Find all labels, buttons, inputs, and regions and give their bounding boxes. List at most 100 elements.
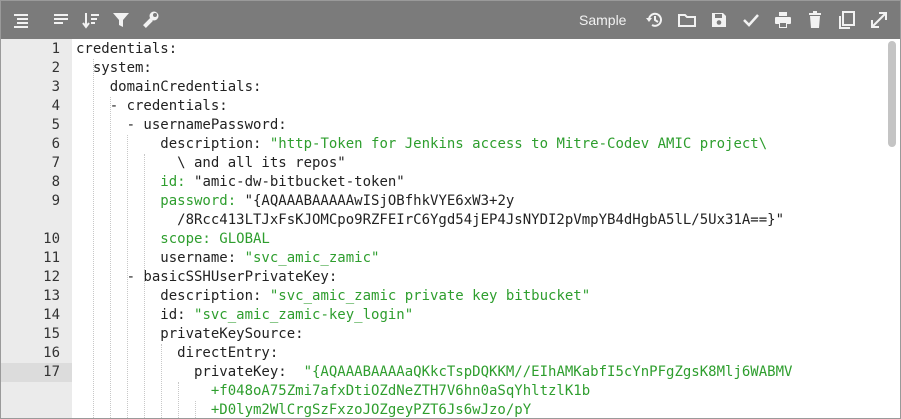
filter-icon[interactable] — [111, 10, 131, 30]
indent-guide — [127, 135, 128, 418]
code-line[interactable]: 15 privateKeySource: — [1, 325, 900, 344]
code-line[interactable]: 7 \ and all its repos" — [1, 154, 900, 173]
history-icon[interactable] — [645, 10, 665, 30]
trash-icon[interactable] — [805, 10, 825, 30]
code-token: "{AQAAABAAAAAwISjOBfhkVYE6xW3+2y — [244, 193, 515, 209]
code-token: credentials: — [76, 41, 178, 57]
fullscreen-icon[interactable] — [869, 10, 889, 30]
wrench-icon[interactable] — [141, 10, 161, 30]
code-text: description: "http-Token for Jenkins acc… — [76, 135, 767, 154]
line-number: 4 — [51, 98, 60, 114]
code-token: directEntry: — [76, 345, 279, 361]
line-number: 7 — [51, 155, 60, 171]
code-token: description: — [76, 136, 270, 152]
code-text: \ and all its repos" — [76, 154, 346, 173]
code-line[interactable]: 16 directEntry: — [1, 344, 900, 363]
code-token: - basicSSHUserPrivateKey: — [76, 269, 338, 285]
sample-label[interactable]: Sample — [579, 12, 626, 28]
indent-guide — [110, 97, 111, 418]
code-line[interactable]: 12 - basicSSHUserPrivateKey: — [1, 268, 900, 287]
editor-window: Sample 1 credentials: 2 system: 3 domain… — [0, 0, 901, 419]
code-token: domainCredentials: — [76, 79, 262, 95]
code-text: password: "{AQAAABAAAAAwISjOBfhkVYE6xW3+… — [76, 192, 514, 211]
sort-icon[interactable] — [81, 10, 101, 30]
line-number: 15 — [43, 326, 60, 342]
code-text: id: "amic-dw-bitbucket-token" — [76, 173, 405, 192]
code-line[interactable]: +f048oA75Zmi7afxDtiOZdNeZTH7V6hn0aSqYhlt… — [1, 382, 900, 401]
code-line[interactable]: +D0lym2WlCrgSzFxzoJOZgeyPZT6Js6wJzo/pY — [1, 401, 900, 418]
code-token: "svc_amic_zamic-key_login" — [194, 307, 414, 323]
code-line[interactable]: 8 id: "amic-dw-bitbucket-token" — [1, 173, 900, 192]
code-text: - usernamePassword: — [76, 116, 287, 135]
code-text: privateKey: "{AQAAABAAAAaQKkcTspDQKKM//E… — [76, 363, 792, 382]
print-icon[interactable] — [773, 10, 793, 30]
code-token: description: — [76, 288, 270, 304]
code-line[interactable]: 13 description: "svc_amic_zamic private … — [1, 287, 900, 306]
code-token: system: — [76, 60, 152, 76]
code-token: - credentials: — [76, 98, 228, 114]
line-number: 8 — [51, 174, 60, 190]
code-token: scope: GLOBAL — [76, 231, 270, 247]
code-token: /8Rcc413LTJxFsKJOMCpo9RZFEIrC6Ygd54jEP4J… — [76, 212, 785, 228]
code-text: credentials: — [76, 40, 177, 59]
indent-guide — [178, 382, 179, 418]
code-text: scope: GLOBAL — [76, 230, 270, 249]
code-token: "{AQAAABAAAAaQKkcTspDQKKM//EIhAMKabfI5cY… — [303, 364, 793, 380]
line-number: 1 — [51, 41, 60, 57]
line-number: 6 — [51, 136, 60, 152]
line-number: 5 — [51, 117, 60, 133]
code-line[interactable]: 1 credentials: — [1, 40, 900, 59]
code-line[interactable]: 9 password: "{AQAAABAAAAAwISjOBfhkVYE6xW… — [1, 192, 900, 211]
indent-guide — [161, 344, 162, 418]
code-token: - usernamePassword: — [76, 117, 287, 133]
check-icon[interactable] — [741, 10, 761, 30]
code-line[interactable]: 14 id: "svc_amic_zamic-key_login" — [1, 306, 900, 325]
code-line[interactable]: /8Rcc413LTJxFsKJOMCpo9RZFEIrC6Ygd54jEP4J… — [1, 211, 900, 230]
line-number: 14 — [43, 307, 60, 323]
code-text: system: — [76, 59, 152, 78]
code-text: domainCredentials: — [76, 78, 262, 97]
code-text: username: "svc_amic_zamic" — [76, 249, 379, 268]
line-number: 11 — [43, 250, 60, 266]
line-number: 17 — [1, 363, 72, 382]
code-line[interactable]: 6 description: "http-Token for Jenkins a… — [1, 135, 900, 154]
code-text: - basicSSHUserPrivateKey: — [76, 268, 338, 287]
line-number: 2 — [51, 60, 60, 76]
line-number: 13 — [43, 288, 60, 304]
list-icon[interactable] — [51, 10, 71, 30]
vertical-scrollbar[interactable] — [888, 41, 896, 147]
code-line[interactable]: 3 domainCredentials: — [1, 78, 900, 97]
line-number: 9 — [51, 193, 60, 209]
code-token: username: — [76, 250, 245, 266]
code-token: +f048oA75Zmi7afxDtiOZdNeZTH7V6hn0aSqYhlt… — [76, 383, 591, 399]
code-line[interactable]: 4 - credentials: — [1, 97, 900, 116]
code-token: "amic-dw-bitbucket-token" — [194, 174, 405, 190]
line-number: 10 — [43, 231, 60, 247]
save-icon[interactable] — [709, 10, 729, 30]
code-token: password: — [76, 193, 245, 209]
line-number: 3 — [51, 79, 60, 95]
code-line[interactable]: 5 - usernamePassword: — [1, 116, 900, 135]
code-line[interactable]: 11 username: "svc_amic_zamic" — [1, 249, 900, 268]
code-text: directEntry: — [76, 344, 278, 363]
code-text: - credentials: — [76, 97, 228, 116]
indent-guide — [93, 59, 94, 418]
code-text: +f048oA75Zmi7afxDtiOZdNeZTH7V6hn0aSqYhlt… — [76, 382, 590, 401]
code-editor[interactable]: 1 credentials: 2 system: 3 domainCredential… — [1, 39, 900, 418]
code-text: /8Rcc413LTJxFsKJOMCpo9RZFEIrC6Ygd54jEP4J… — [76, 211, 784, 230]
code-line[interactable]: 2 system: — [1, 59, 900, 78]
code-token: "svc_amic_zamic private key bitbucket" — [269, 288, 591, 304]
code-token: "svc_amic_zamic" — [244, 250, 380, 266]
code-line[interactable]: 10 scope: GLOBAL — [1, 230, 900, 249]
code-line[interactable]: 17 privateKey: "{AQAAABAAAAaQKkcTspDQKKM… — [1, 363, 900, 382]
copy-icon[interactable] — [837, 10, 857, 30]
toolbar: Sample — [1, 1, 900, 39]
indent-guide — [144, 154, 145, 418]
format-icon[interactable] — [11, 10, 31, 30]
indent-guide — [195, 401, 196, 418]
code-text: description: "svc_amic_zamic private key… — [76, 287, 590, 306]
folder-icon[interactable] — [677, 10, 697, 30]
line-number: 16 — [43, 345, 60, 361]
code-token: "http-Token for Jenkins access to Mitre-… — [269, 136, 768, 152]
line-number: 12 — [43, 269, 60, 285]
